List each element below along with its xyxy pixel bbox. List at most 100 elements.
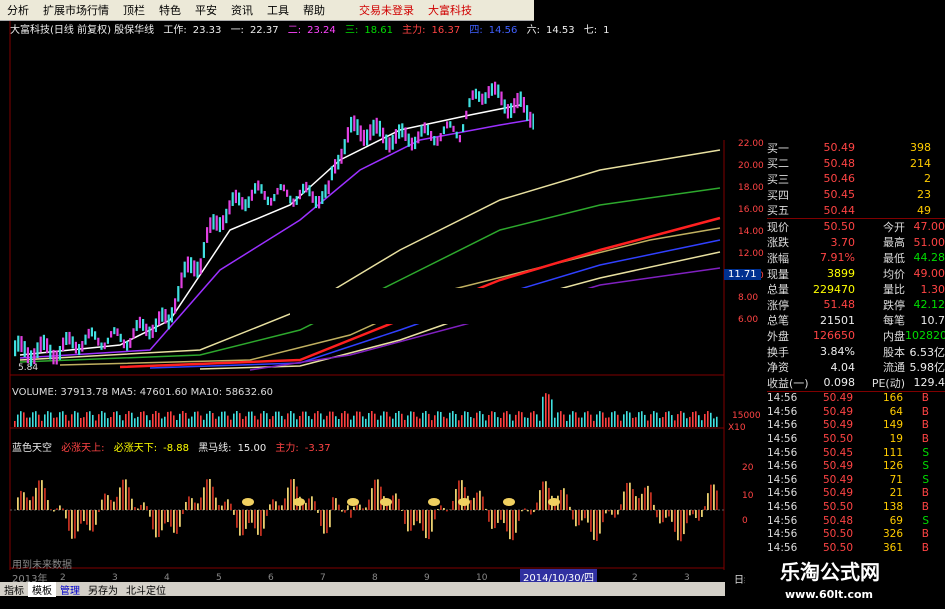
candlestick (212, 214, 215, 230)
indicator-bar (59, 505, 61, 510)
moving-average-line (19, 149, 721, 361)
menu-item-top-bar[interactable]: 顶栏 (116, 2, 152, 18)
volume-bar (527, 417, 529, 427)
volume-bar (395, 412, 397, 427)
indicator-bar (536, 502, 538, 510)
bid-price: 50.46 (823, 172, 856, 186)
indicator-bar (344, 510, 346, 513)
indicator-bar (662, 510, 664, 523)
indicator-bar (173, 510, 175, 533)
tick-volume: 326 (882, 528, 903, 541)
menu-item-analysis[interactable]: 分析 (0, 2, 36, 18)
indicator-bar (401, 510, 403, 511)
indicator-bar (419, 510, 421, 524)
volume-bar (248, 411, 250, 427)
volume-bar (713, 418, 715, 427)
candlestick (196, 261, 199, 278)
candlestick (458, 134, 461, 143)
tab-beidou[interactable]: 北斗定位 (122, 582, 170, 597)
indicator-bar (524, 508, 526, 510)
volume-bar (329, 411, 331, 427)
tab-template[interactable]: 模板 (28, 581, 56, 597)
stat-value: 1.30 (920, 282, 945, 296)
volume-bar (176, 419, 178, 427)
volume-bar (68, 420, 70, 427)
candlestick (26, 347, 29, 364)
volume-bar (122, 420, 124, 427)
candlestick (382, 127, 385, 144)
menu-item-extended-market[interactable]: 扩展市场行情 (36, 2, 116, 18)
indicator-bar (365, 507, 367, 510)
candlestick (52, 349, 55, 365)
candlestick (337, 154, 340, 170)
volume-bar (515, 414, 517, 427)
indicator-bar (146, 506, 148, 510)
watermark-url: www.60lt.com (785, 588, 874, 601)
indicator-bar (368, 499, 370, 510)
indicator-bar (230, 503, 232, 510)
tab-indicator[interactable]: 指标 (0, 582, 28, 597)
menu-item-features[interactable]: 特色 (152, 2, 188, 18)
stat-row: 涨跌 3.70 最高 51.00 (767, 235, 945, 251)
candlestick (481, 93, 484, 105)
buy-signal-marker (548, 498, 560, 506)
indicator-bar (170, 510, 172, 527)
tab-save-as[interactable]: 另存为 (84, 582, 122, 597)
indicator-bar (533, 510, 535, 513)
indicator-bar (566, 494, 568, 510)
volume-bar (95, 420, 97, 427)
indicator-bar (119, 487, 121, 510)
indicator-bar (563, 488, 565, 510)
volume-bar (554, 417, 556, 427)
candlestick (510, 103, 513, 118)
candlestick (452, 125, 455, 132)
indicator-bar (164, 510, 166, 524)
buy-signal-marker (458, 498, 470, 506)
candlestick (132, 328, 135, 339)
volume-bar (536, 414, 538, 427)
menu-item-tools[interactable]: 工具 (260, 2, 296, 18)
indicator-bar (665, 510, 667, 518)
bid-price: 50.44 (823, 203, 856, 217)
tab-manage[interactable]: 管理 (56, 582, 84, 597)
menu-item-news[interactable]: 资讯 (224, 2, 260, 18)
candlestick (436, 137, 439, 146)
indicator-bar (317, 510, 319, 513)
stat-row: 净资 4.04 流通 5.98亿 (767, 359, 945, 375)
menu-item-help[interactable]: 帮助 (296, 2, 332, 18)
indicator-axis-label: 0 (742, 516, 748, 526)
indicator-bar (110, 499, 112, 510)
indicator-bar (710, 484, 712, 510)
indicator-bar (440, 505, 442, 510)
candlestick (42, 334, 45, 351)
volume-bar (236, 411, 238, 427)
indicator-bar (668, 510, 670, 517)
tick-price: 50.49 (822, 487, 853, 500)
indicator-bar (422, 510, 424, 531)
volume-bar (308, 416, 310, 427)
indicator-bar (509, 510, 511, 540)
bid-label: 买五 (767, 204, 789, 218)
indicator-bar (659, 510, 661, 524)
volume-bar (443, 416, 445, 427)
indicator-bar (98, 510, 100, 513)
trade-login-status[interactable]: 交易未登录 (352, 2, 421, 18)
indicator-bar (629, 482, 631, 510)
candlestick (353, 115, 356, 132)
volume-bar (113, 412, 115, 427)
candlestick (254, 183, 257, 194)
stat-label: 换手 (767, 345, 789, 359)
indicator-s2-value: -8.88 (163, 443, 189, 454)
menu-item-pingan[interactable]: 平安 (188, 2, 224, 18)
volume-bar (584, 412, 586, 427)
volume-bar (254, 415, 256, 427)
indicator-bar (437, 509, 439, 510)
tick-row: 14:56 50.49 126 S (767, 459, 945, 473)
stat-label: 今开 (883, 220, 905, 234)
stat-value: 44.28 (913, 251, 945, 265)
volume-bar (410, 411, 412, 427)
candlestick (356, 119, 359, 136)
indicator-bar (284, 498, 286, 510)
stat-label: 涨幅 (767, 251, 789, 265)
indicator-bar (50, 509, 52, 510)
